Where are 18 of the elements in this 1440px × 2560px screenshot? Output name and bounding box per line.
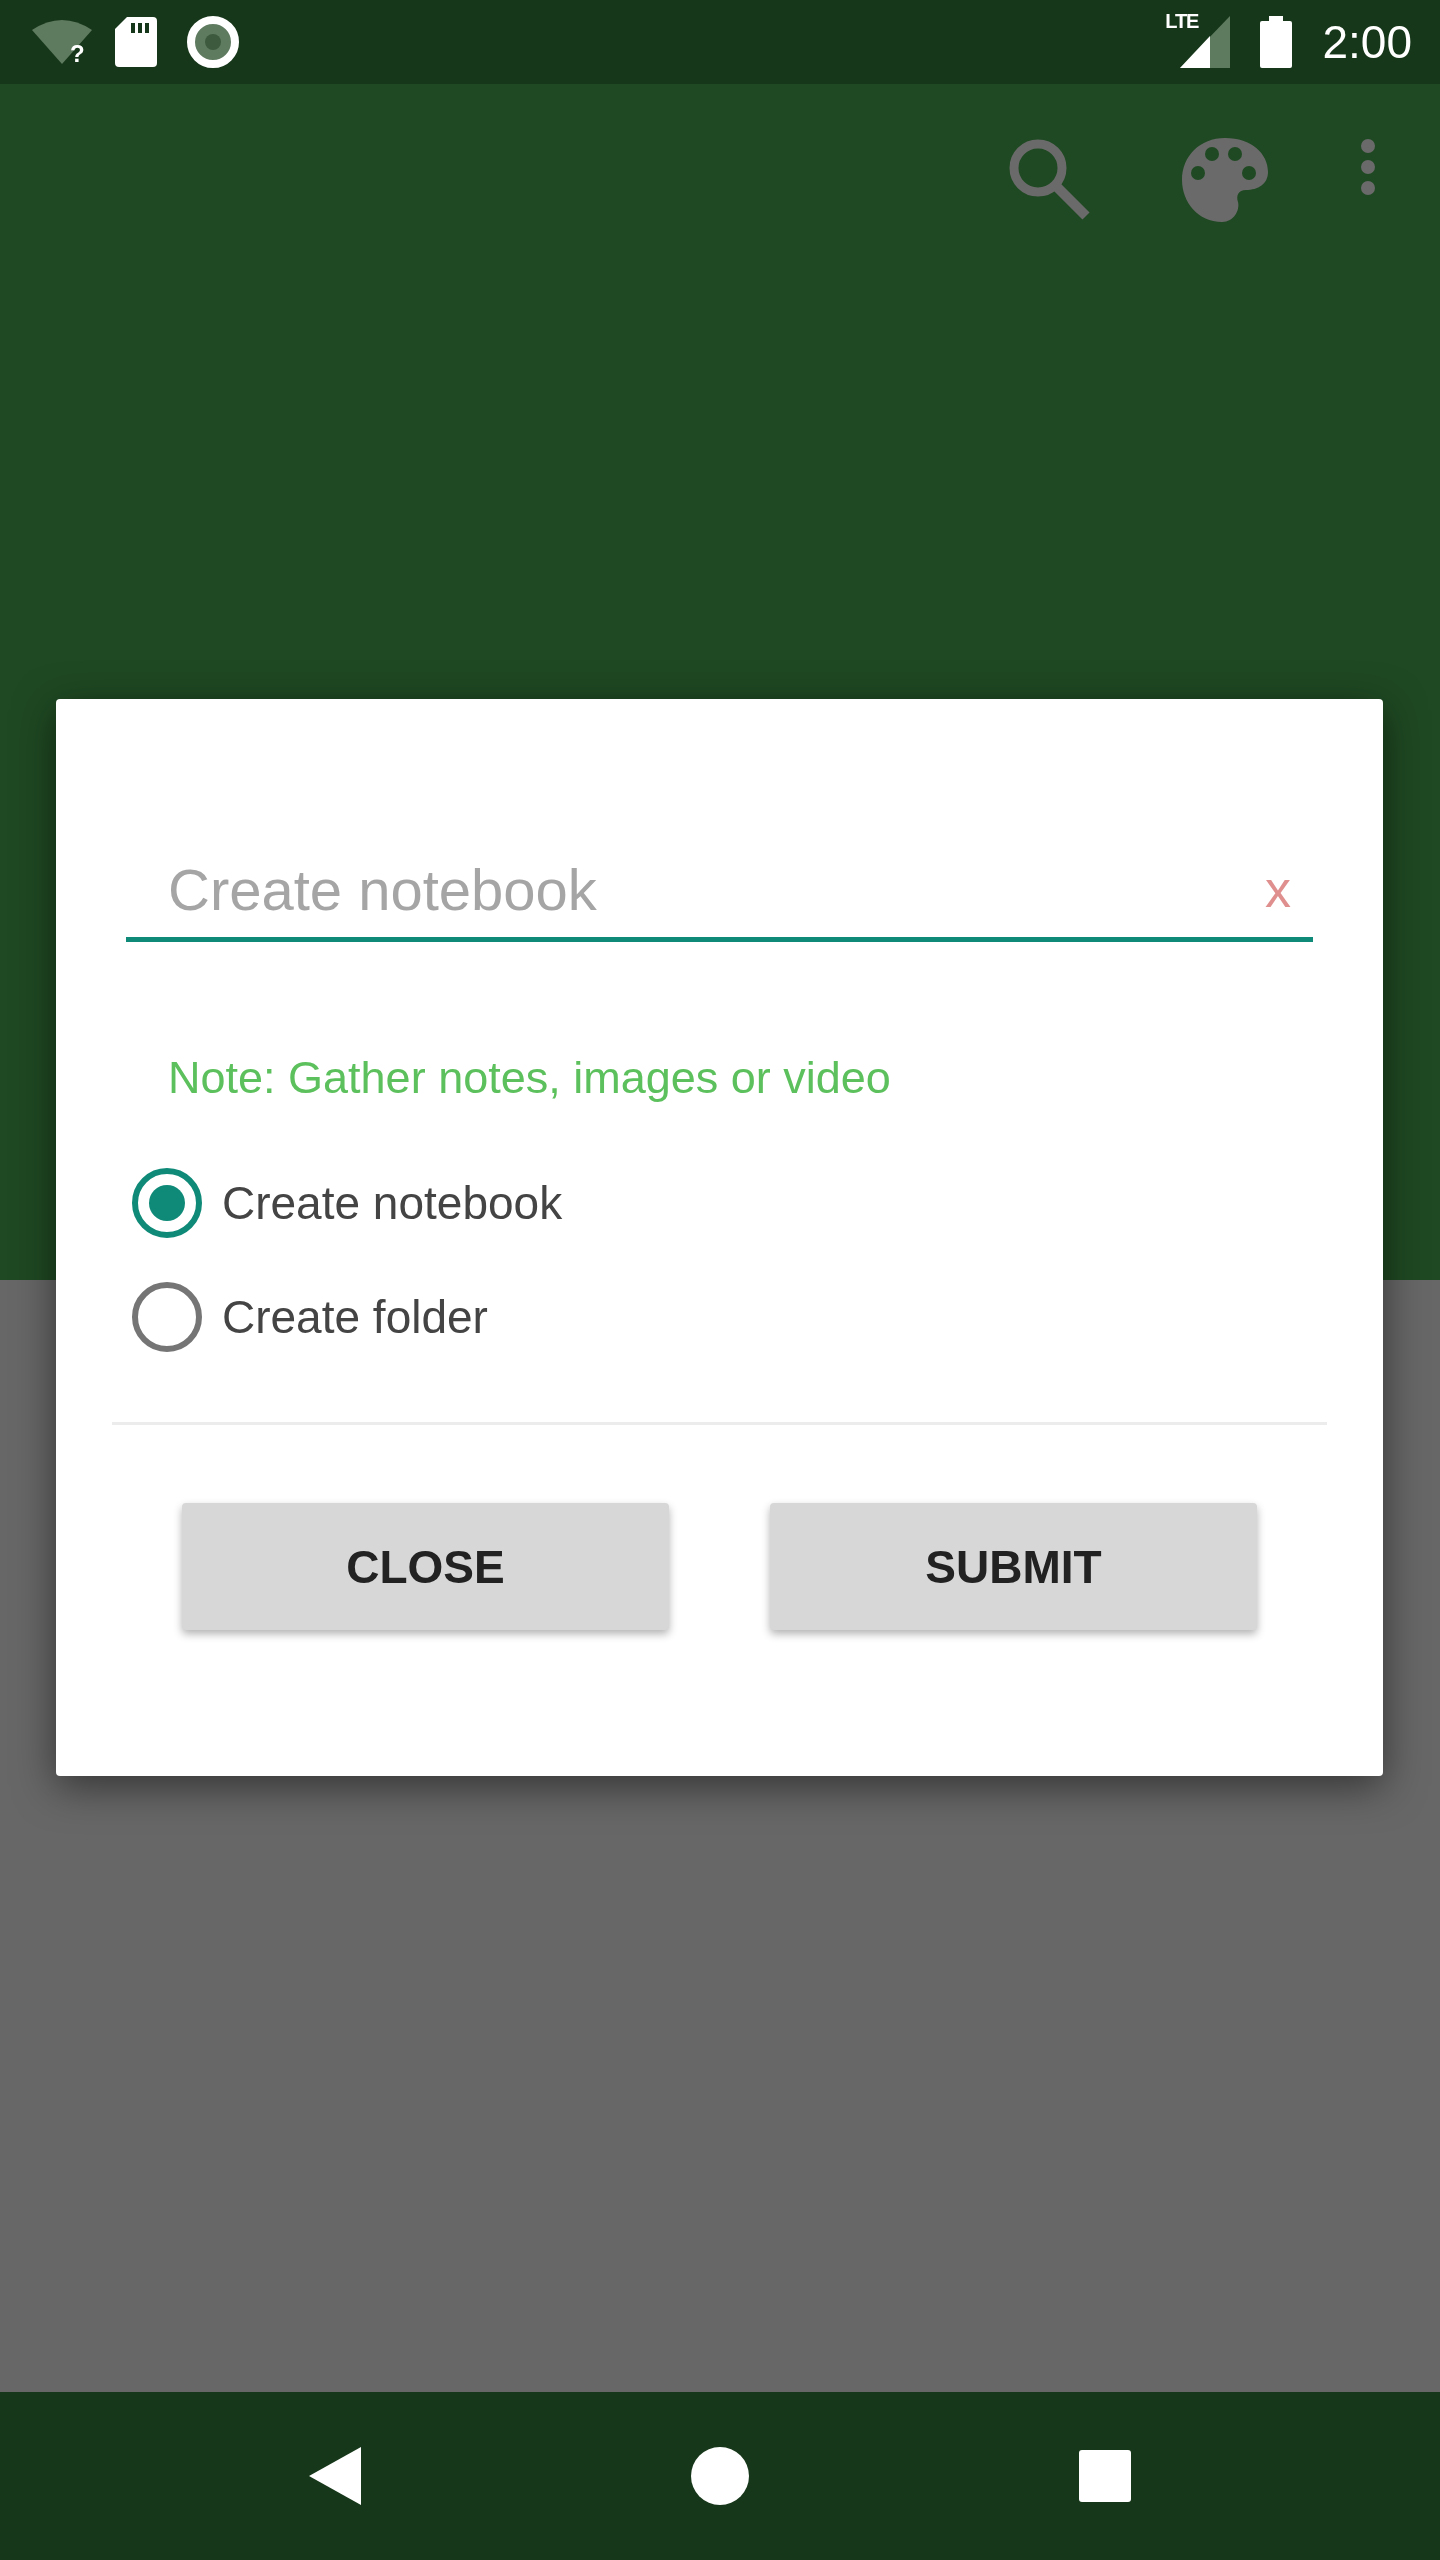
option-label: Create folder	[222, 1290, 488, 1344]
radio-option[interactable]: Create folder	[126, 1282, 488, 1352]
wifi-icon	[32, 20, 92, 64]
circle-icon	[186, 16, 239, 68]
clock: 2:00	[1322, 15, 1412, 69]
home-icon[interactable]	[691, 2447, 749, 2505]
wifi-status-label: ?	[70, 40, 85, 68]
network-type: LTE	[1165, 10, 1199, 33]
dialog-button[interactable]: CLOSE	[182, 1503, 669, 1630]
battery-icon	[1260, 16, 1293, 68]
back-icon[interactable]	[309, 2447, 361, 2505]
radio-option[interactable]: Create notebook	[126, 1168, 563, 1238]
radio-button[interactable]	[132, 1282, 202, 1352]
dialog-button[interactable]: SUBMIT	[770, 1503, 1257, 1630]
option-label: Create notebook	[222, 1176, 563, 1230]
sd-card-icon	[114, 17, 157, 67]
radio-button[interactable]	[132, 1168, 202, 1238]
note-text: Note: Gather notes, images or video	[168, 1052, 892, 1104]
